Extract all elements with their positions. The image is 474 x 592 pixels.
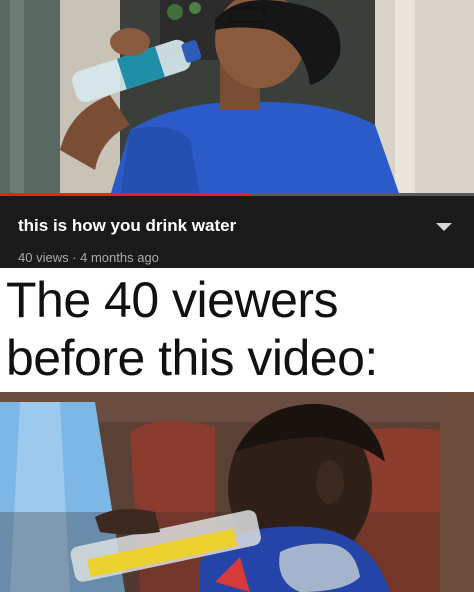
video-thumbnail[interactable] [0, 0, 474, 196]
caption-line-1: The 40 viewers [6, 272, 339, 328]
video-frame-image [0, 0, 474, 196]
meme-caption: The 40 viewers before this video: [0, 268, 474, 392]
chevron-down-icon[interactable] [436, 223, 452, 231]
caption-line-2: before this video: [6, 330, 378, 386]
video-title[interactable]: this is how you drink water [18, 216, 236, 236]
reaction-photo [0, 392, 474, 592]
reaction-image [0, 392, 474, 592]
video-info-panel: this is how you drink water 40 views · 4… [0, 196, 474, 268]
video-meta: 40 views · 4 months ago [18, 250, 159, 265]
